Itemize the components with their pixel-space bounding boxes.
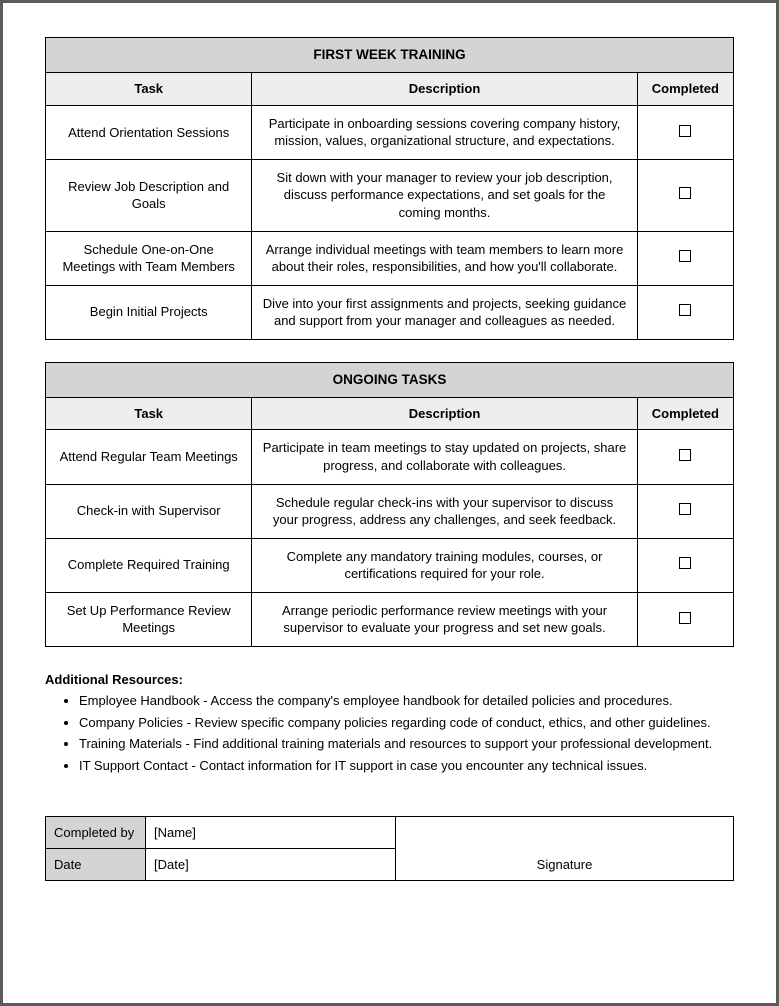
signature-label: Signature <box>396 849 734 881</box>
table-row: Check-in with Supervisor Schedule regula… <box>46 484 734 538</box>
checkbox-icon[interactable] <box>679 187 691 199</box>
completed-cell <box>637 538 733 592</box>
completed-cell <box>637 231 733 285</box>
completed-cell <box>637 105 733 159</box>
checkbox-icon[interactable] <box>679 250 691 262</box>
table-row: Complete Required Training Complete any … <box>46 538 734 592</box>
resources-list: Employee Handbook - Access the company's… <box>45 692 734 776</box>
task-cell: Attend Regular Team Meetings <box>46 430 252 484</box>
task-cell: Review Job Description and Goals <box>46 159 252 231</box>
col-completed: Completed <box>637 73 733 106</box>
col-completed: Completed <box>637 397 733 430</box>
checkbox-icon[interactable] <box>679 125 691 137</box>
task-cell: Complete Required Training <box>46 538 252 592</box>
checkbox-icon[interactable] <box>679 503 691 515</box>
completed-cell <box>637 285 733 339</box>
task-cell: Begin Initial Projects <box>46 285 252 339</box>
desc-cell: Arrange periodic performance review meet… <box>252 592 637 646</box>
completed-cell <box>637 430 733 484</box>
table-title: FIRST WEEK TRAINING <box>46 38 734 73</box>
col-task: Task <box>46 73 252 106</box>
col-description: Description <box>252 397 637 430</box>
completed-cell <box>637 592 733 646</box>
desc-cell: Participate in onboarding sessions cover… <box>252 105 637 159</box>
date-value: [Date] <box>146 849 396 881</box>
table-row: Attend Regular Team Meetings Participate… <box>46 430 734 484</box>
desc-cell: Sit down with your manager to review you… <box>252 159 637 231</box>
desc-cell: Participate in team meetings to stay upd… <box>252 430 637 484</box>
completed-by-label: Completed by <box>46 817 146 849</box>
table-row: Begin Initial Projects Dive into your fi… <box>46 285 734 339</box>
table-row: Schedule One-on-One Meetings with Team M… <box>46 231 734 285</box>
ongoing-tasks-table: ONGOING TASKS Task Description Completed… <box>45 362 734 647</box>
list-item: Company Policies - Review specific compa… <box>79 714 734 733</box>
desc-cell: Arrange individual meetings with team me… <box>252 231 637 285</box>
page: FIRST WEEK TRAINING Task Description Com… <box>3 3 776 915</box>
checkbox-icon[interactable] <box>679 449 691 461</box>
desc-cell: Complete any mandatory training modules,… <box>252 538 637 592</box>
date-label: Date <box>46 849 146 881</box>
list-item: IT Support Contact - Contact information… <box>79 757 734 776</box>
completed-cell <box>637 159 733 231</box>
desc-cell: Schedule regular check-ins with your sup… <box>252 484 637 538</box>
completed-by-value: [Name] <box>146 817 396 849</box>
table-row: Review Job Description and Goals Sit dow… <box>46 159 734 231</box>
checkbox-icon[interactable] <box>679 612 691 624</box>
task-cell: Schedule One-on-One Meetings with Team M… <box>46 231 252 285</box>
checkbox-icon[interactable] <box>679 557 691 569</box>
signoff-table: Completed by [Name] Date [Date] Signatur… <box>45 816 734 881</box>
checkbox-icon[interactable] <box>679 304 691 316</box>
task-cell: Attend Orientation Sessions <box>46 105 252 159</box>
list-item: Training Materials - Find additional tra… <box>79 735 734 754</box>
col-task: Task <box>46 397 252 430</box>
additional-resources: Additional Resources: Employee Handbook … <box>45 671 734 776</box>
desc-cell: Dive into your first assignments and pro… <box>252 285 637 339</box>
signature-area <box>396 817 734 849</box>
task-cell: Set Up Performance Review Meetings <box>46 592 252 646</box>
first-week-training-table: FIRST WEEK TRAINING Task Description Com… <box>45 37 734 340</box>
task-cell: Check-in with Supervisor <box>46 484 252 538</box>
table-title: ONGOING TASKS <box>46 362 734 397</box>
list-item: Employee Handbook - Access the company's… <box>79 692 734 711</box>
table-row: Set Up Performance Review Meetings Arran… <box>46 592 734 646</box>
col-description: Description <box>252 73 637 106</box>
table-row: Attend Orientation Sessions Participate … <box>46 105 734 159</box>
completed-cell <box>637 484 733 538</box>
resources-title: Additional Resources: <box>45 671 734 690</box>
